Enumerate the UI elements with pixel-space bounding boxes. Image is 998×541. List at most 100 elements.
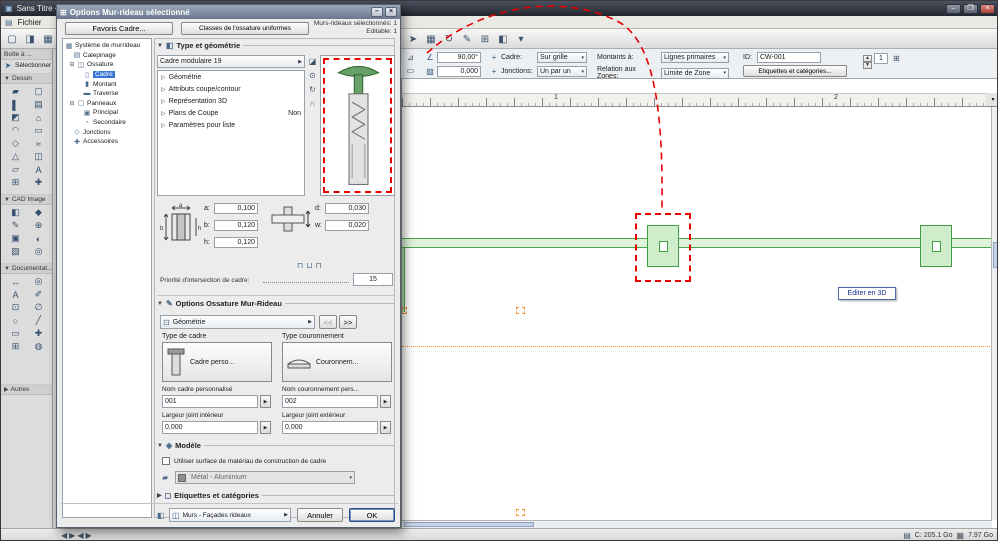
tree-item-principal[interactable]: ▣ Principal bbox=[63, 108, 151, 118]
doc-tool-icon[interactable]: ✐ bbox=[29, 288, 49, 301]
nom-cadre-field[interactable]: 001 bbox=[162, 395, 258, 408]
quick-tool-icon[interactable]: ▢ bbox=[4, 31, 20, 47]
scroll-thumb[interactable] bbox=[993, 242, 997, 268]
dim-w-field[interactable]: 0,020 bbox=[325, 220, 369, 231]
dim-b-field[interactable]: 0,120 bbox=[214, 220, 258, 231]
section-autres[interactable]: ▶ Autres bbox=[1, 384, 52, 395]
nom-couronnement-field[interactable]: 002 bbox=[282, 395, 378, 408]
doc-tool-icon[interactable]: ▭ bbox=[6, 327, 26, 340]
doc-tool-icon[interactable]: ✚ bbox=[29, 327, 49, 340]
cad-tool-icon[interactable]: ◧ bbox=[6, 206, 26, 219]
etiquettes-categories-button[interactable]: Etiquettes et catégories... bbox=[743, 65, 847, 77]
pan-arrow-icon[interactable]: ▶ bbox=[69, 531, 75, 540]
quick-tool-icon[interactable]: ◨ bbox=[22, 31, 38, 47]
maximize-button[interactable]: ❐ bbox=[963, 3, 978, 14]
tree-item-jonctions[interactable]: ◇ Jonctions bbox=[63, 127, 151, 137]
doc-tool-icon[interactable]: ⊞ bbox=[6, 340, 26, 353]
section-dessin[interactable]: ▼ Dessin bbox=[1, 73, 52, 84]
drawing-tool-icon[interactable]: A bbox=[29, 163, 49, 176]
next-page-button[interactable]: >> bbox=[339, 315, 357, 329]
scroll-thumb[interactable] bbox=[404, 522, 534, 527]
nom-cadre-picker-icon[interactable]: ▶ bbox=[260, 395, 271, 408]
pan-arrow-icon[interactable]: ◀ bbox=[61, 531, 67, 540]
section-documentation[interactable]: ▼ Documentat... bbox=[1, 263, 52, 274]
prev-page-button[interactable]: << bbox=[319, 315, 337, 329]
ok-button[interactable]: OK bbox=[349, 508, 395, 522]
count-field[interactable]: 1 bbox=[874, 52, 888, 64]
montants-dropdown[interactable]: Lignes primaires ▾ bbox=[661, 52, 729, 63]
angle-field[interactable]: 90,00° bbox=[437, 52, 481, 63]
dim-h-field[interactable]: 0,120 bbox=[214, 237, 258, 248]
drawing-tool-icon[interactable]: ✚ bbox=[29, 176, 49, 189]
dim-a-field[interactable]: 0,100 bbox=[214, 203, 258, 214]
cad-tool-icon[interactable]: ✎ bbox=[6, 219, 26, 232]
cadre-type-button[interactable]: Cadre perso... bbox=[162, 342, 272, 382]
joint-priority-icon[interactable]: ⊓ bbox=[297, 261, 303, 270]
drawing-tool-icon[interactable]: ⊞ bbox=[6, 176, 26, 189]
frame-type-dropdown[interactable]: Cadre modulaire 19 ▶ bbox=[157, 55, 305, 68]
quick-tool-icon[interactable]: ▦ bbox=[40, 31, 56, 47]
dialog-minimize-button[interactable]: – bbox=[371, 7, 383, 17]
favoris-cadre-button[interactable]: Favoris Cadre... bbox=[65, 22, 173, 35]
joint-priority-icon[interactable]: ⊓ bbox=[316, 261, 322, 270]
tree-item-calepinage[interactable]: ▤ Calepinage bbox=[63, 51, 151, 61]
priority-field[interactable]: 15 bbox=[353, 273, 393, 286]
pan-arrow-icon[interactable]: ▶ bbox=[85, 531, 91, 540]
list-item[interactable]: ▷ Représentation 3D bbox=[158, 95, 304, 107]
tree-item-systeme[interactable]: ▦ Système de murrideau bbox=[63, 41, 151, 51]
classes-ossature-button[interactable]: Classes de l'ossature uniformes bbox=[181, 22, 309, 35]
list-item[interactable]: ▷ Attributs coupe/contour bbox=[158, 83, 304, 95]
ossature-page-dropdown[interactable]: ⊡ Géométrie ▶ bbox=[160, 315, 315, 329]
tree-item-panneaux[interactable]: ⊟ ▢ Panneaux bbox=[63, 99, 151, 109]
doc-tool-icon[interactable]: ╱ bbox=[29, 314, 49, 327]
section-type-geometrie[interactable]: ▼ ◧ Type et géométrie bbox=[157, 41, 395, 50]
tree-item-cadre[interactable]: ▯ Cadre bbox=[63, 70, 151, 80]
list-item[interactable]: ▷ Géométrie bbox=[158, 71, 304, 83]
dialog-titlebar[interactable]: ⊞ Options Mur-rideau sélectionné – × bbox=[57, 5, 400, 19]
drawing-tool-icon[interactable]: ≈ bbox=[29, 137, 49, 150]
drawing-tool-icon[interactable]: ▤ bbox=[29, 98, 49, 111]
tree-item-montant[interactable]: ▮ Montant bbox=[63, 79, 151, 89]
drawing-tool-icon[interactable]: ◫ bbox=[29, 150, 49, 163]
edit-tool-icon[interactable]: ✎ bbox=[459, 31, 475, 47]
preview-mode-icon[interactable]: ◪ bbox=[307, 55, 318, 68]
grid-icon[interactable]: ⊞ bbox=[890, 52, 903, 64]
plan-view[interactable]: 1 2 ▾ Editer en 3D bbox=[401, 79, 997, 528]
edit-tool-icon[interactable]: ▦ bbox=[423, 31, 439, 47]
edit-tool-icon[interactable]: ▾ bbox=[513, 31, 529, 47]
doc-tool-icon[interactable]: ◍ bbox=[29, 340, 49, 353]
toolbox-header[interactable]: Boîte à ... bbox=[1, 49, 52, 60]
largeur-int-picker-icon[interactable]: ▶ bbox=[260, 421, 271, 434]
section-cad-image[interactable]: ▼ CAD Image bbox=[1, 194, 52, 205]
drawing-tool-icon[interactable]: ▢ bbox=[29, 85, 49, 98]
curtain-wall-frame[interactable] bbox=[920, 225, 952, 267]
preview-mode-icon[interactable]: ⊙ bbox=[307, 69, 318, 82]
doc-tool-icon[interactable]: ↔ bbox=[6, 275, 26, 288]
edit-tool-icon[interactable]: ⊞ bbox=[477, 31, 493, 47]
largeur-int-field[interactable]: 0,000 bbox=[162, 421, 258, 434]
expander-icon[interactable]: ⊟ bbox=[69, 61, 75, 68]
tree-item-ossature[interactable]: ⊟ ◫ Ossature bbox=[63, 60, 151, 70]
drawing-tool-icon[interactable]: ▌ bbox=[6, 98, 26, 111]
tree-item-traverse[interactable]: ▬ Traverse bbox=[63, 89, 151, 99]
offset-field[interactable]: 0,000 bbox=[437, 66, 481, 77]
drawing-tool-icon[interactable]: ▱ bbox=[6, 163, 26, 176]
cancel-button[interactable]: Annuler bbox=[297, 508, 343, 522]
priority-slider[interactable] bbox=[263, 282, 349, 283]
jonctions-dropdown[interactable]: Un par un ▾ bbox=[537, 66, 587, 77]
frame-preview[interactable] bbox=[320, 55, 395, 196]
spin-down-icon[interactable]: ▼ bbox=[863, 61, 872, 69]
doc-tool-icon[interactable]: ⊡ bbox=[6, 301, 26, 314]
tree-item-accessoires[interactable]: ✚ Accessoires bbox=[63, 137, 151, 147]
dialog-close-button[interactable]: × bbox=[385, 7, 397, 17]
minimize-button[interactable]: – bbox=[946, 3, 961, 14]
preview-mode-icon[interactable]: ∩ bbox=[307, 97, 318, 110]
cad-tool-icon[interactable]: ▣ bbox=[6, 232, 26, 245]
doc-tool-icon[interactable]: ○ bbox=[6, 314, 26, 327]
id-field[interactable]: CW-001 bbox=[757, 52, 821, 63]
cadre-dropdown[interactable]: Sur grille ▾ bbox=[537, 52, 587, 63]
edit-tool-icon[interactable]: ↻ bbox=[441, 31, 457, 47]
menu-fichier[interactable]: Fichier bbox=[18, 18, 42, 27]
drawing-tool-icon[interactable]: ▰ bbox=[6, 85, 26, 98]
relation-zones-dropdown[interactable]: Limite de Zone ▾ bbox=[661, 67, 729, 79]
